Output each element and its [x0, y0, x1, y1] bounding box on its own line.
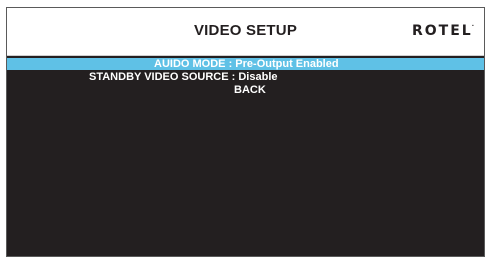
menu-item-standby-video-source[interactable]: STANDBY VIDEO SOURCE : Disable: [7, 71, 484, 83]
osd-header: VIDEO SETUP ROTEL.: [7, 8, 484, 56]
menu-item-label: STANDBY VIDEO SOURCE: [89, 71, 229, 83]
menu-item-label: AUIDO MODE: [154, 58, 226, 70]
menu-item-value: Pre-Output Enabled: [235, 58, 339, 70]
brand-mark: .: [471, 21, 474, 28]
brand-logo: ROTEL.: [412, 21, 474, 39]
menu-item-value: Disable: [238, 71, 278, 83]
osd-screen: VIDEO SETUP ROTEL. AUIDO MODE : Pre-Outp…: [6, 7, 485, 257]
brand-name: ROTEL: [412, 23, 473, 39]
menu-item-audio-mode[interactable]: AUIDO MODE : Pre-Output Enabled: [7, 58, 484, 70]
menu-item-separator: :: [228, 58, 233, 70]
menu-item-back[interactable]: BACK: [7, 84, 484, 96]
menu-item-label: BACK: [234, 84, 266, 96]
menu-item-separator: :: [231, 71, 236, 83]
